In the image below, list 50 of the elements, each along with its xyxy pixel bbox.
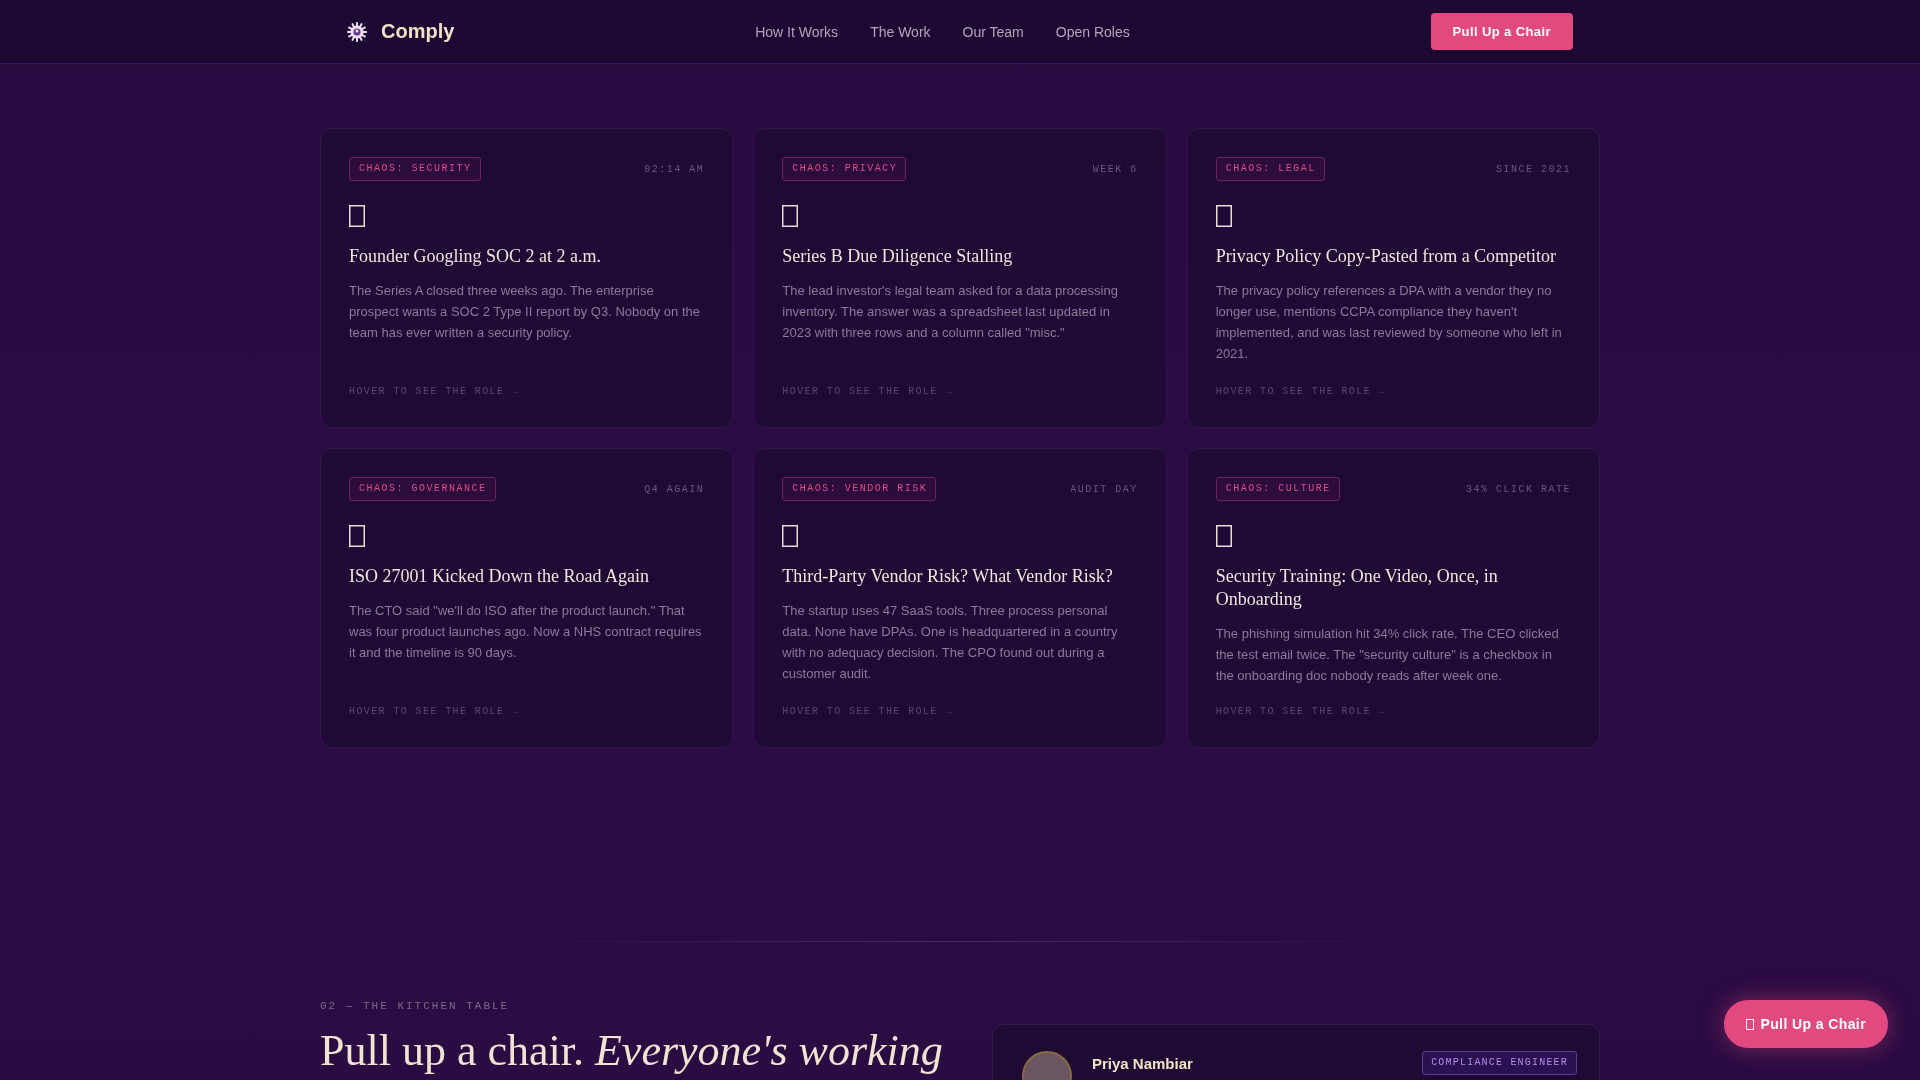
card-title: ISO 27001 Kicked Down the Road Again xyxy=(349,565,650,588)
category-tag: CHAOS: SECURITY xyxy=(349,157,481,181)
card-title: Privacy Policy Copy-Pasted from a Competitor xyxy=(1215,245,1558,268)
card-meta-label: SINCE 2021 xyxy=(1496,163,1571,175)
card-description: The lead investor's legal team asked for a data processing inventory. The answer was a spreadsheet last updated in 2023 with three rows and a column called "misc." xyxy=(782,282,1119,342)
category-tag: CHAOS: GOVERNANCE xyxy=(349,477,496,501)
category-tag: CHAOS: CULTURE xyxy=(1215,477,1340,501)
hover-hint: HOVER TO SEE THE ROLE → xyxy=(1215,705,1387,717)
card-title: Third-Party Vendor Risk? What Vendor Risk? xyxy=(782,565,1114,588)
hover-hint: HOVER TO SEE THE ROLE → xyxy=(349,705,521,717)
card-meta-label: AUDIT DAY xyxy=(1070,483,1138,495)
pull-up-a-chair-button[interactable]: Pull Up a Chair xyxy=(1430,13,1573,50)
person-name: Priya Nambiar xyxy=(1092,1055,1193,1072)
missing-glyph-icon xyxy=(1746,1018,1755,1030)
floating-pull-up-a-chair-button[interactable]: Pull Up a Chair xyxy=(1724,1000,1888,1048)
category-tag: CHAOS: VENDOR RISK xyxy=(782,477,937,501)
card-title: Series B Due Diligence Stalling xyxy=(782,245,1014,268)
role-badge: COMPLIANCE ENGINEER xyxy=(1422,1051,1577,1075)
floating-button-label: Pull Up a Chair xyxy=(1760,1016,1866,1032)
card-title: Founder Googling SOC 2 at 2 a.m. xyxy=(349,245,602,268)
missing-glyph-icon xyxy=(349,525,365,547)
card-meta-label: Q4 AGAIN xyxy=(644,483,705,495)
nav-link[interactable]: How It Works xyxy=(755,23,839,40)
missing-glyph-icon xyxy=(782,525,799,547)
section-eyebrow: 02 — THE KITCHEN TABLE xyxy=(320,1000,511,1012)
gear-icon xyxy=(347,21,367,42)
card-description: The startup uses 47 SaaS tools. Three process personal data. None have DPAs. One is headquartered in a country with no adequacy decision. The CPO found out during a customer audit. xyxy=(782,602,1119,683)
missing-glyph-icon xyxy=(1215,205,1232,227)
missing-glyph-icon xyxy=(782,205,799,227)
brand-name[interactable]: Comply xyxy=(381,20,455,43)
nav-link[interactable]: Open Roles xyxy=(1055,23,1130,40)
card-meta-label: 34% CLICK RATE xyxy=(1466,483,1571,495)
hover-hint: HOVER TO SEE THE ROLE → xyxy=(782,705,954,717)
hover-hint: HOVER TO SEE THE ROLE → xyxy=(1215,385,1387,397)
card-meta-label: 02:14 AM xyxy=(644,163,705,175)
nav-link[interactable]: Our Team xyxy=(962,23,1024,40)
missing-glyph-icon xyxy=(349,205,365,227)
card-description: The phishing simulation hit 34% click rate. The CEO clicked the test email twice. The "security culture" is a checkbox in the onboarding doc nobody reads after week one. xyxy=(1215,625,1560,685)
card-description: The CTO said "we'll do ISO after the product launch." That was four product launches ago. Now a NHS contract requires it and the timeline is 90 days. xyxy=(349,602,703,662)
card-description: The Series A closed three weeks ago. The enterprise prospect wants a SOC 2 Type II report by Q3. Nobody on the team has ever written a security policy. xyxy=(349,282,701,342)
category-tag: CHAOS: LEGAL xyxy=(1215,157,1325,181)
card-title: Security Training: One Video, Once, in Onboarding xyxy=(1215,565,1499,611)
section-heading: Pull up a chair. Everyone's working xyxy=(320,1026,944,1076)
hover-hint: HOVER TO SEE THE ROLE → xyxy=(782,385,954,397)
missing-glyph-icon xyxy=(1215,525,1232,547)
category-tag: CHAOS: PRIVACY xyxy=(782,157,907,181)
card-meta-label: WEEK 6 xyxy=(1092,163,1138,175)
hover-hint: HOVER TO SEE THE ROLE → xyxy=(349,385,521,397)
nav-link[interactable]: The Work xyxy=(870,23,931,40)
card-description: The privacy policy references a DPA with a vendor they no longer use, mentions CCPA compliance they haven't implemented, and was last reviewed by someone who left in 2021. xyxy=(1215,282,1563,363)
